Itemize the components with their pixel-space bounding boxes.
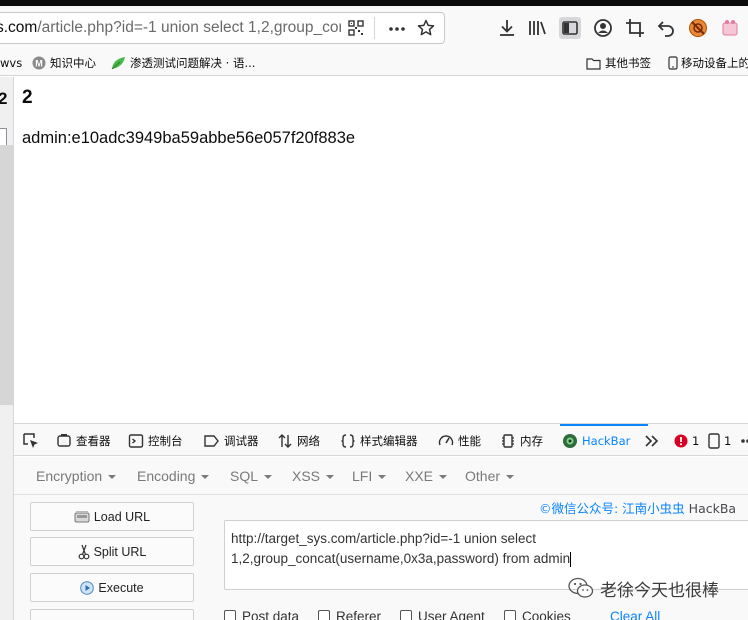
play-icon <box>80 580 95 595</box>
tab-inspector[interactable]: 查看器 <box>56 431 111 451</box>
mobile-icon <box>668 56 678 70</box>
screenshot-icon[interactable] <box>625 18 645 38</box>
svg-text:M: M <box>35 59 43 69</box>
bookmark-folder[interactable]: 移动设备上的 <box>668 54 748 72</box>
bookmark-item[interactable]: wvs <box>0 54 22 72</box>
tab-network[interactable]: 网络 <box>277 431 320 451</box>
frame-icon <box>708 433 720 449</box>
url-separator <box>374 17 375 39</box>
back-icon[interactable] <box>656 18 676 38</box>
chevron-down-icon <box>108 475 117 480</box>
leaf-icon <box>111 57 125 70</box>
chevron-down-icon <box>378 475 387 480</box>
menu-sql[interactable]: SQL <box>230 468 273 484</box>
post-data-checkbox[interactable]: Post data <box>224 609 299 620</box>
hackbar-menu: Encryption Encoding SQL XSS LFI XXE Othe… <box>14 457 748 495</box>
cookies-checkbox[interactable]: Cookies <box>504 609 571 620</box>
side-scrollbar[interactable] <box>0 145 13 405</box>
m-icon: M <box>32 56 46 70</box>
chevron-down-icon <box>506 475 515 480</box>
load-url-icon <box>74 510 90 522</box>
star-icon[interactable] <box>417 19 435 37</box>
hackbar-extra-button[interactable] <box>30 609 194 620</box>
menu-xss[interactable]: XSS <box>292 468 335 484</box>
url-bar[interactable]: s.com/article.php?id=-1 union select 1,2… <box>0 12 445 44</box>
tab-hackbar[interactable]: HackBar <box>562 431 630 451</box>
result-number: 2 <box>22 87 33 108</box>
checkbox-box[interactable] <box>400 610 412 620</box>
side-panel-label: 2 <box>0 89 8 108</box>
tab-debugger[interactable]: 调试器 <box>203 431 259 451</box>
url-text[interactable]: s.com/article.php?id=-1 union select 1,2… <box>0 19 341 39</box>
download-icon[interactable] <box>497 18 517 38</box>
side-panel-input[interactable] <box>0 128 7 146</box>
memory-icon <box>502 434 514 448</box>
user-agent-checkbox[interactable]: User Agent <box>400 609 485 620</box>
menu-other[interactable]: Other <box>465 468 515 484</box>
menu-lfi[interactable]: LFI <box>352 468 387 484</box>
hackbar-icon <box>563 434 577 448</box>
inspector-icon <box>57 434 71 447</box>
menu-encoding[interactable]: Encoding <box>137 468 210 484</box>
scissors-icon <box>78 544 89 559</box>
tab-memory[interactable]: 内存 <box>500 431 543 451</box>
tab-style-editor[interactable]: 样式编辑器 <box>340 431 418 451</box>
frames-count[interactable]: 1 <box>708 431 731 451</box>
active-tab-indicator <box>560 424 648 426</box>
error-icon <box>674 434 688 448</box>
chevron-down-icon <box>439 475 448 480</box>
folder-icon <box>586 57 601 70</box>
clear-all-link[interactable]: Clear All <box>610 609 660 620</box>
navigation-toolbar: s.com/article.php?id=-1 union select 1,2… <box>0 0 748 50</box>
chevron-down-icon <box>264 475 273 480</box>
more-icon[interactable] <box>388 21 406 37</box>
menu-xxe[interactable]: XXE <box>405 468 448 484</box>
checkbox-box[interactable] <box>318 610 330 620</box>
load-url-button[interactable]: Load URL <box>30 502 194 531</box>
bookmark-item[interactable]: 渗透测试问题解决 · 语... <box>111 54 255 72</box>
library-icon[interactable] <box>527 18 547 38</box>
bookmark-item[interactable]: M 知识中心 <box>32 54 96 72</box>
pick-element-icon[interactable] <box>22 432 40 450</box>
text-caret <box>570 551 572 567</box>
qr-code-icon[interactable] <box>348 20 364 36</box>
wechat-icon <box>568 577 594 598</box>
hackbar-credit: ©微信公众号: 江南小虫虫 HackBa <box>539 501 737 516</box>
wechat-watermark: 老徐今天也很棒 <box>568 576 719 601</box>
referer-checkbox[interactable]: Referer <box>318 609 381 620</box>
more-tabs-icon[interactable] <box>645 435 659 447</box>
tab-performance[interactable]: 性能 <box>438 431 481 451</box>
chevron-down-icon <box>201 475 210 480</box>
bookmark-folder[interactable]: 其他书签 <box>586 54 651 72</box>
account-icon[interactable] <box>593 18 613 38</box>
performance-icon <box>438 435 454 446</box>
options-icon[interactable] <box>738 433 748 449</box>
sidebar-icon[interactable] <box>558 16 582 40</box>
network-icon <box>278 434 292 448</box>
checkbox-box[interactable] <box>224 610 236 620</box>
result-credentials: admin:e10adc3949ba59abbe56e057f20f883e <box>22 129 356 147</box>
tab-console[interactable]: 控制台 <box>128 431 183 451</box>
console-icon <box>128 434 144 448</box>
bookmarks-toolbar: wvs M 知识中心 渗透测试问题解决 · 语... 其他书签 移动设备上的 <box>0 50 748 76</box>
chevron-down-icon <box>326 475 335 480</box>
split-url-button[interactable]: Split URL <box>30 537 194 566</box>
debugger-icon <box>204 435 219 447</box>
menu-encryption[interactable]: Encryption <box>36 468 117 484</box>
extension-icon[interactable] <box>688 18 708 38</box>
extension-icon[interactable] <box>720 18 740 38</box>
execute-button[interactable]: Execute <box>30 573 194 602</box>
error-count[interactable]: 1 <box>674 431 699 451</box>
style-editor-icon <box>341 434 355 448</box>
devtools-toolbar: 查看器 控制台 调试器 网络 样式编辑器 性能 内存 HackBar 1 1 <box>14 423 748 456</box>
checkbox-box[interactable] <box>504 610 516 620</box>
